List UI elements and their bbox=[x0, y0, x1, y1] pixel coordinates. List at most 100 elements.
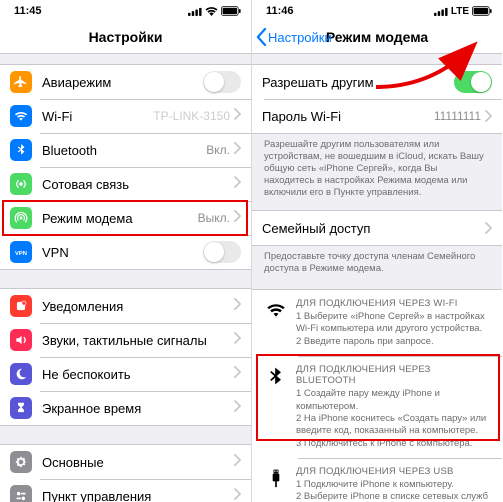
usb-icon bbox=[262, 466, 290, 502]
wifi-password-value: 11111111 bbox=[434, 109, 481, 123]
instruction-step: 2 Введите пароль при запросе. bbox=[296, 336, 492, 348]
instruction-text: ДЛЯ ПОДКЛЮЧЕНИЯ ЧЕРЕЗ BLUETOOTH1 Создайт… bbox=[290, 364, 492, 450]
settings-row-bluetooth[interactable]: BluetoothВкл. bbox=[0, 133, 251, 167]
bluetooth-icon bbox=[10, 139, 32, 161]
chevron-right-icon bbox=[485, 110, 492, 122]
instruction-title: ДЛЯ ПОДКЛЮЧЕНИЯ ЧЕРЕЗ USB bbox=[296, 466, 492, 477]
sound-icon bbox=[10, 329, 32, 351]
instruction-wifi: ДЛЯ ПОДКЛЮЧЕНИЯ ЧЕРЕЗ WI-FI 1 Выберите «i… bbox=[252, 290, 502, 356]
airplane-icon bbox=[10, 71, 32, 93]
svg-text:VPN: VPN bbox=[15, 251, 27, 257]
chevron-right-icon bbox=[485, 222, 492, 234]
wifi-icon bbox=[262, 298, 290, 348]
chevron-right-icon bbox=[234, 209, 241, 227]
back-button[interactable]: Настройки bbox=[256, 20, 332, 54]
row-label: Режим модема bbox=[42, 211, 198, 226]
nav-bar: Настройки bbox=[0, 20, 251, 54]
status-right bbox=[188, 6, 241, 16]
row-label: Пункт управления bbox=[42, 489, 234, 502]
family-footer: Предоставьте точку доступа членам Семейн… bbox=[252, 246, 502, 275]
settings-row-moon[interactable]: Не беспокоить bbox=[0, 357, 251, 391]
instruction-bluetooth: ДЛЯ ПОДКЛЮЧЕНИЯ ЧЕРЕЗ BLUETOOTH1 Создайт… bbox=[252, 356, 502, 458]
vpn-icon: VPN bbox=[10, 241, 32, 263]
chevron-right-icon bbox=[234, 399, 241, 417]
allow-footer: Разрешайте другим пользователям или устр… bbox=[252, 134, 502, 198]
status-right: LTE bbox=[434, 6, 492, 17]
gear-icon bbox=[10, 451, 32, 473]
notif-icon bbox=[10, 295, 32, 317]
chevron-right-icon bbox=[234, 107, 241, 125]
row-detail: Выкл. bbox=[198, 211, 230, 225]
instruction-text: ДЛЯ ПОДКЛЮЧЕНИЯ ЧЕРЕЗ WI-FI 1 Выберите «i… bbox=[290, 298, 492, 348]
family-sharing-row[interactable]: Семейный доступ bbox=[252, 211, 502, 245]
signal-icon bbox=[434, 7, 448, 16]
settings-row-vpn[interactable]: VPN VPN bbox=[0, 235, 251, 269]
hotspot-icon bbox=[10, 207, 32, 229]
chevron-right-icon bbox=[234, 331, 241, 349]
status-time: 11:46 bbox=[266, 5, 294, 17]
allow-others-toggle[interactable] bbox=[454, 71, 492, 93]
row-label: Уведомления bbox=[42, 299, 234, 314]
chevron-right-icon bbox=[234, 453, 241, 471]
settings-row-hourglass[interactable]: Экранное время bbox=[0, 391, 251, 425]
battery-icon bbox=[221, 6, 241, 16]
wifi-icon bbox=[10, 105, 32, 127]
chevron-right-icon bbox=[234, 141, 241, 159]
status-network: LTE bbox=[451, 6, 469, 17]
chevron-right-icon bbox=[234, 297, 241, 315]
instruction-step: 2 На iPhone коснитесь «Создать пару» или… bbox=[296, 413, 492, 438]
instruction-title: ДЛЯ ПОДКЛЮЧЕНИЯ ЧЕРЕЗ BLUETOOTH bbox=[296, 364, 492, 386]
instruction-step: 1 Выберите «iPhone Сергей» в настройках … bbox=[296, 311, 492, 336]
page-title: Настройки bbox=[89, 29, 163, 45]
row-label: Авиарежим bbox=[42, 75, 203, 90]
settings-row-gear[interactable]: Основные bbox=[0, 445, 251, 479]
vpn-toggle[interactable] bbox=[203, 241, 241, 263]
switches-icon bbox=[10, 485, 32, 502]
row-detail: Вкл. bbox=[206, 143, 230, 157]
battery-icon bbox=[472, 6, 492, 16]
row-label: Bluetooth bbox=[42, 143, 206, 158]
chevron-left-icon bbox=[256, 28, 267, 46]
settings-row-switches[interactable]: Пункт управления bbox=[0, 479, 251, 502]
status-bar: 11:45 bbox=[0, 0, 251, 20]
instruction-step: 1 Создайте пару между iPhone и компьютер… bbox=[296, 388, 492, 413]
settings-row-antenna[interactable]: Сотовая связь bbox=[0, 167, 251, 201]
settings-row-airplane[interactable]: Авиарежим bbox=[0, 65, 251, 99]
settings-screen: 11:45 Настройки Авиарежим Wi-FiTP-LINK-31… bbox=[0, 0, 251, 502]
settings-row-notif[interactable]: Уведомления bbox=[0, 289, 251, 323]
wifi-password-label: Пароль Wi-Fi bbox=[262, 109, 434, 124]
chevron-right-icon bbox=[234, 175, 241, 193]
settings-row-sound[interactable]: Звуки, тактильные сигналы bbox=[0, 323, 251, 357]
moon-icon bbox=[10, 363, 32, 385]
row-label: Wi-Fi bbox=[42, 109, 153, 124]
status-time: 11:45 bbox=[14, 5, 42, 17]
instruction-step: 1 Подключите iPhone к компьютеру. bbox=[296, 479, 492, 491]
airplane-toggle[interactable] bbox=[203, 71, 241, 93]
signal-icon bbox=[188, 7, 202, 16]
status-bar: 11:46 LTE bbox=[252, 0, 502, 20]
settings-row-hotspot[interactable]: Режим модемаВыкл. bbox=[0, 201, 251, 235]
row-label: VPN bbox=[42, 245, 203, 260]
chevron-right-icon bbox=[234, 365, 241, 383]
antenna-icon bbox=[10, 173, 32, 195]
row-detail: TP-LINK-3150 bbox=[153, 109, 230, 123]
back-label: Настройки bbox=[268, 30, 332, 45]
row-label: Основные bbox=[42, 455, 234, 470]
page-title: Режим модема bbox=[326, 29, 428, 45]
wifi-password-row[interactable]: Пароль Wi-Fi 11111111 bbox=[252, 99, 502, 133]
nav-bar: Настройки Режим модема bbox=[252, 20, 502, 54]
row-label: Экранное время bbox=[42, 401, 234, 416]
row-label: Сотовая связь bbox=[42, 177, 234, 192]
row-label: Звуки, тактильные сигналы bbox=[42, 333, 234, 348]
family-sharing-label: Семейный доступ bbox=[262, 221, 485, 236]
allow-others-row[interactable]: Разрешать другим bbox=[252, 65, 502, 99]
chevron-right-icon bbox=[234, 487, 241, 502]
instruction-step: 2 Выберите iPhone в списке сетевых служб… bbox=[296, 491, 492, 502]
instruction-usb: ДЛЯ ПОДКЛЮЧЕНИЯ ЧЕРЕЗ USB 1 Подключите iP… bbox=[252, 458, 502, 502]
allow-others-label: Разрешать другим bbox=[262, 75, 454, 90]
bluetooth-icon bbox=[262, 364, 290, 450]
settings-row-wifi[interactable]: Wi-FiTP-LINK-3150 bbox=[0, 99, 251, 133]
wifi-icon bbox=[205, 7, 218, 16]
instruction-title: ДЛЯ ПОДКЛЮЧЕНИЯ ЧЕРЕЗ WI-FI bbox=[296, 298, 492, 309]
instruction-text: ДЛЯ ПОДКЛЮЧЕНИЯ ЧЕРЕЗ USB 1 Подключите iP… bbox=[290, 466, 492, 502]
